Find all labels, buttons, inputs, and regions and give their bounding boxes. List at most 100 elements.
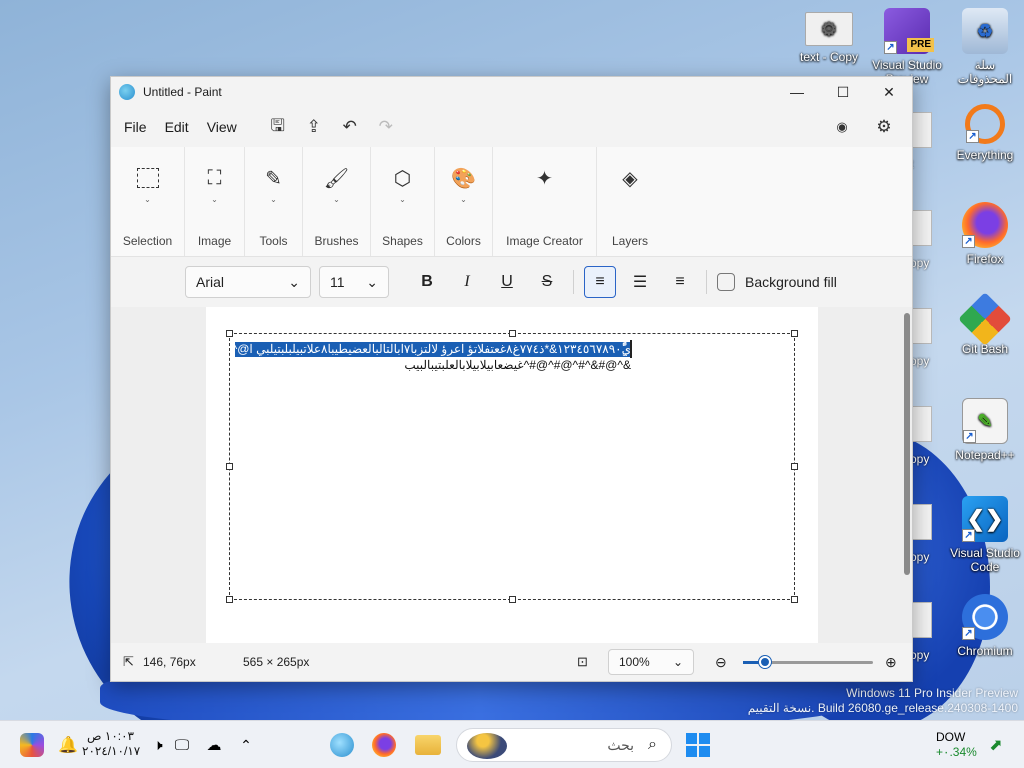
menu-file[interactable]: File <box>115 113 156 141</box>
shortcut-arrow-icon: ↗ <box>884 41 897 54</box>
paint-window: Untitled - Paint — ☐ ✕ File Edit View 🖫 … <box>110 76 913 682</box>
canvas-text-line[interactable]: &^@#&^#^@#^@#^غيضعابيلابيلابالعلبتيبالبي… <box>235 358 631 373</box>
hidden-desktop-icon[interactable] <box>912 210 932 246</box>
recycle-bin-icon: ♻ <box>962 8 1008 54</box>
resize-handle[interactable] <box>791 463 798 470</box>
desktop-icon-firefox[interactable]: ↗ Firefox <box>948 202 1022 266</box>
ribbon-shapes[interactable]: ⬡ ⌄ Shapes <box>371 147 435 256</box>
ribbon-layers[interactable]: ◈ Layers <box>597 147 663 256</box>
zoom-slider[interactable] <box>743 656 873 668</box>
chevron-down-icon: ⌄ <box>333 195 340 204</box>
taskbar-clock[interactable]: ١٠:٠٣ ص ٢٠٢٤/١٠/١٧ <box>82 729 140 759</box>
zoom-out-icon[interactable]: ⊖ <box>715 654 727 671</box>
align-right-button[interactable]: ≡ <box>664 266 696 298</box>
desktop-icon-git-bash[interactable]: Git Bash <box>948 292 1022 356</box>
shortcut-arrow-icon: ↗ <box>963 430 976 443</box>
menu-edit[interactable]: Edit <box>156 113 198 141</box>
menu-view[interactable]: View <box>198 113 246 141</box>
account-icon[interactable]: ◉ <box>824 112 860 142</box>
stock-widget[interactable]: DOW +٠.34% <box>936 730 977 760</box>
ribbon-image[interactable]: ⛶ ⌄ Image <box>185 147 245 256</box>
bold-button[interactable]: B <box>411 266 443 298</box>
ribbon-brushes[interactable]: 🖌 ⌄ Brushes <box>303 147 371 256</box>
ribbon-label: Colors <box>446 234 481 248</box>
hidden-desktop-icon[interactable] <box>912 504 932 540</box>
hidden-desktop-icon[interactable] <box>912 602 932 638</box>
desktop-icon-chromium[interactable]: ↗ Chromium <box>948 594 1022 658</box>
resize-handle[interactable] <box>226 463 233 470</box>
search-placeholder: بحث <box>607 736 635 753</box>
canvas[interactable]: ي١٢٣٤٥٦٧٨٩٠ًٌٍَُِّْ&*ذ٧٧٤غ٨غعتفلاتؤ اعرؤ… <box>206 307 818 643</box>
window-title: Untitled - Paint <box>143 85 222 99</box>
italic-button[interactable]: I <box>451 266 483 298</box>
font-family-dropdown[interactable]: Arial ⌄ <box>185 266 311 298</box>
zoom-dropdown[interactable]: 100% ⌄ <box>608 649 694 675</box>
text-selection-box[interactable]: ي١٢٣٤٥٦٧٨٩٠ًٌٍَُِّْ&*ذ٧٧٤غ٨غعتفلاتؤ اعرؤ… <box>226 330 798 603</box>
canvas-text-line-selected[interactable]: ي١٢٣٤٥٦٧٨٩٠ًٌٍَُِّْ&*ذ٧٧٤غ٨غعتفلاتؤ اعرؤ… <box>235 342 631 357</box>
taskbar-search[interactable]: بحث ⌕ <box>456 728 672 762</box>
hidden-desktop-icon[interactable] <box>912 308 932 344</box>
settings-gear-icon[interactable]: ⚙ <box>866 112 902 142</box>
maximize-button[interactable]: ☐ <box>820 77 866 107</box>
pointer-icon: ⇱ <box>123 654 134 669</box>
ribbon-colors[interactable]: 🎨 ⌄ Colors <box>435 147 493 256</box>
network-icon[interactable]: 🖵 <box>164 727 200 763</box>
text-format-toolbar: Arial ⌄ 11 ⌄ B I U S ≡ ☰ ≡ Background fi… <box>111 257 912 307</box>
desktop-icon-label: Firefox <box>966 252 1004 266</box>
align-left-button[interactable]: ≡ <box>584 266 616 298</box>
firefox-icon: ↗ <box>962 202 1008 248</box>
background-fill-checkbox[interactable] <box>717 273 735 291</box>
font-size-value: 11 <box>330 274 345 290</box>
close-button[interactable]: ✕ <box>866 77 912 107</box>
chevron-down-icon: ⌄ <box>288 273 300 290</box>
ribbon-image-creator[interactable]: ✦ Image Creator <box>493 147 597 256</box>
redo-icon[interactable]: ↷ <box>368 112 404 142</box>
desktop-icon-notepadpp[interactable]: ✎ ↗ Notepad++ <box>948 398 1022 462</box>
resize-handle[interactable] <box>226 330 233 337</box>
resize-handle[interactable] <box>226 596 233 603</box>
vertical-scrollbar[interactable] <box>904 313 910 575</box>
strikethrough-button[interactable]: S <box>531 266 563 298</box>
undo-icon[interactable]: ↶ <box>332 112 368 142</box>
copilot-pre-icon[interactable] <box>14 727 50 763</box>
search-highlight-icon <box>467 733 507 759</box>
hidden-desktop-icon[interactable] <box>912 406 932 442</box>
minimize-button[interactable]: — <box>774 77 820 107</box>
firefox-taskbar-icon[interactable] <box>366 727 402 763</box>
notifications-bell-icon[interactable]: 🔔 <box>50 727 86 763</box>
chevron-up-icon[interactable]: ⌃ <box>228 727 264 763</box>
share-icon[interactable]: ⇪ <box>296 112 332 142</box>
shortcut-arrow-icon: ↗ <box>962 627 975 640</box>
resize-handle[interactable] <box>791 330 798 337</box>
desktop-icon-vscode[interactable]: ❮❯ ↗ Visual Studio Code <box>948 496 1022 574</box>
shortcut-arrow-icon: ↗ <box>962 529 975 542</box>
zoom-in-icon[interactable]: ⊕ <box>885 654 897 671</box>
desktop-icon-visual-studio-preview[interactable]: PRE ↗ Visual Studio Preview <box>870 8 944 86</box>
start-button-windows-icon[interactable] <box>680 727 716 763</box>
file-explorer-icon[interactable] <box>410 727 446 763</box>
chevron-down-icon: ⌄ <box>366 273 378 290</box>
underline-button[interactable]: U <box>491 266 523 298</box>
resize-handle[interactable] <box>791 596 798 603</box>
fit-to-window-icon[interactable]: ⊡ <box>577 654 588 670</box>
desktop-icon-text-copy[interactable]: ⚙ text - Copy <box>792 12 866 64</box>
selection-icon <box>135 165 161 191</box>
desktop-icon-recycle-bin[interactable]: ♻ سلة المحذوفات <box>948 8 1022 86</box>
paint-taskbar-icon[interactable] <box>324 727 360 763</box>
resize-handle[interactable] <box>509 596 516 603</box>
search-magnifier-icon: ↗ <box>965 104 1005 144</box>
desktop-icon-everything[interactable]: ↗ Everything <box>948 104 1022 162</box>
align-center-button[interactable]: ☰ <box>624 266 656 298</box>
desktop-icon-label: Notepad++ <box>955 448 1015 462</box>
zoom-slider-knob[interactable] <box>759 656 771 668</box>
save-icon[interactable]: 🖫 <box>260 112 296 142</box>
chevron-down-icon: ⌄ <box>144 195 151 204</box>
hidden-desktop-icon[interactable] <box>912 112 932 148</box>
title-bar[interactable]: Untitled - Paint — ☐ ✕ <box>111 77 912 107</box>
stock-trend-up-icon: ⬈ <box>989 737 1003 754</box>
ribbon-tools[interactable]: ✎ ⌄ Tools <box>245 147 303 256</box>
resize-handle[interactable] <box>509 330 516 337</box>
cloud-offline-icon[interactable]: ☁ <box>196 727 232 763</box>
ribbon-selection[interactable]: ⌄ Selection <box>111 147 185 256</box>
font-size-dropdown[interactable]: 11 ⌄ <box>319 266 389 298</box>
